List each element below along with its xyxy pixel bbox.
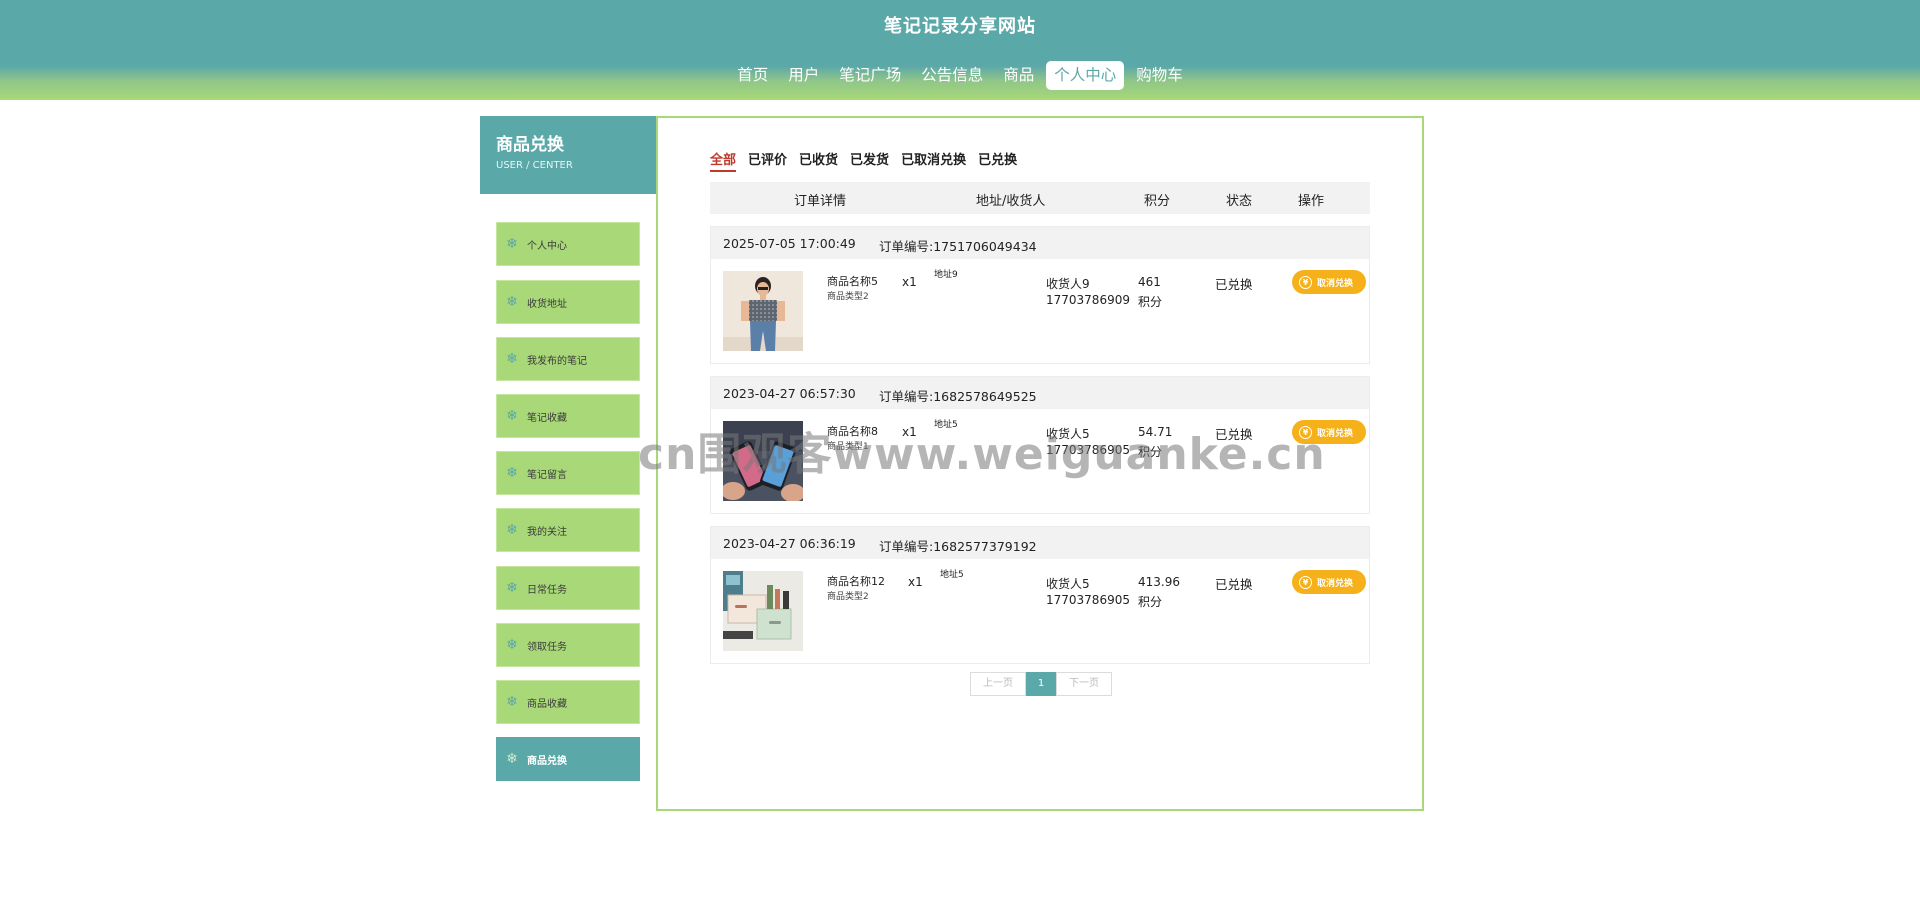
prev-page-button[interactable]: 上一页 <box>970 672 1026 696</box>
sidebar-item-my-follows[interactable]: ❄ 我的关注 <box>496 508 640 552</box>
column-header-points: 积分 <box>1144 194 1171 209</box>
order-status-tabs: 全部 已评价 已收货 已发货 已取消兑换 已兑换 <box>710 149 1017 172</box>
order-header: 2025-07-05 17:00:49 订单编号:1751706049434 <box>711 227 1369 259</box>
watermark: cn围观客www.weiguanke.cn <box>638 429 1326 480</box>
snowflake-icon: ❄ <box>506 408 518 424</box>
product-name: 商品名称5 <box>827 275 878 288</box>
product-type: 商品类型2 <box>827 292 869 302</box>
table-header: 订单详情 地址/收货人 积分 状态 操作 <box>710 182 1370 214</box>
order-status: 已兑换 <box>1215 577 1253 592</box>
sidebar-subtitle: USER / CENTER <box>496 160 573 171</box>
column-header-actions: 操作 <box>1298 194 1325 209</box>
sidebar-item-label: 商品收藏 <box>527 698 567 710</box>
snowflake-icon: ❄ <box>506 522 518 538</box>
product-thumbnail[interactable] <box>723 571 803 651</box>
points-unit: 积分 <box>1138 595 1163 609</box>
sidebar-item-product-favorites[interactable]: ❄ 商品收藏 <box>496 680 640 724</box>
order-card: 2025-07-05 17:00:49 订单编号:1751706049434 商… <box>710 226 1370 364</box>
sidebar-item-note-favorites[interactable]: ❄ 笔记收藏 <box>496 394 640 438</box>
sidebar-item-personal-center[interactable]: ❄ 个人中心 <box>496 222 640 266</box>
tab-cancelled[interactable]: 已取消兑换 <box>901 149 966 172</box>
sidebar-item-label: 日常任务 <box>527 584 567 596</box>
nav-item-announcements[interactable]: 公告信息 <box>913 61 991 90</box>
order-number: 订单编号:1751706049434 <box>879 239 1037 254</box>
product-thumbnail[interactable] <box>723 271 803 351</box>
order-status: 已兑换 <box>1215 277 1253 292</box>
nav-item-users[interactable]: 用户 <box>780 61 827 90</box>
sidebar-item-label: 我的关注 <box>527 526 567 538</box>
nav-item-products[interactable]: 商品 <box>995 61 1042 90</box>
nav-item-cart[interactable]: 购物车 <box>1128 61 1191 90</box>
sidebar-item-label: 领取任务 <box>527 641 567 653</box>
column-header-order-details: 订单详情 <box>794 194 847 209</box>
snowflake-icon: ❄ <box>506 465 518 481</box>
next-page-button[interactable]: 下一页 <box>1056 672 1112 696</box>
snowflake-icon: ❄ <box>506 236 518 252</box>
cancel-exchange-label: 取消兑换 <box>1317 578 1354 589</box>
sidebar-header: 商品兑换 USER / CENTER <box>480 116 656 194</box>
yen-icon: ¥ <box>1299 575 1312 589</box>
shipping-address: 地址5 <box>940 570 964 580</box>
tab-exchanged[interactable]: 已兑换 <box>978 149 1017 172</box>
order-number: 订单编号:1682578649525 <box>879 389 1037 404</box>
cancel-exchange-button[interactable]: ¥ 取消兑换 <box>1292 570 1366 594</box>
receiver-phone: 17703786905 <box>1046 593 1130 607</box>
tab-reviewed[interactable]: 已评价 <box>748 149 787 172</box>
product-name: 商品名称12 <box>827 575 885 588</box>
receiver-phone: 17703786909 <box>1046 293 1130 307</box>
sidebar-item-my-notes[interactable]: ❄ 我发布的笔记 <box>496 337 640 381</box>
nav-item-note-square[interactable]: 笔记广场 <box>831 61 909 90</box>
tab-received[interactable]: 已收货 <box>799 149 838 172</box>
snowflake-icon: ❄ <box>506 580 518 596</box>
sidebar-item-daily-tasks[interactable]: ❄ 日常任务 <box>496 566 640 610</box>
shipping-address: 地址9 <box>934 270 958 280</box>
order-card: 2023-04-27 06:36:19 订单编号:1682577379192 商… <box>710 526 1370 664</box>
sidebar-item-product-exchange[interactable]: ❄ 商品兑换 <box>496 737 640 781</box>
cancel-exchange-label: 取消兑换 <box>1317 278 1354 289</box>
points-unit: 积分 <box>1138 295 1163 309</box>
yen-icon: ¥ <box>1299 275 1312 289</box>
order-datetime: 2023-04-27 06:36:19 <box>723 536 856 551</box>
order-header: 2023-04-27 06:57:30 订单编号:1682578649525 <box>711 377 1369 409</box>
site-header: 笔记记录分享网站 首页 用户 笔记广场 公告信息 商品 个人中心 购物车 <box>0 0 1920 100</box>
product-quantity: x1 <box>902 275 917 289</box>
sidebar-item-label: 笔记收藏 <box>527 412 567 424</box>
main-nav: 首页 用户 笔记广场 公告信息 商品 个人中心 购物车 <box>0 61 1920 90</box>
product-quantity: x1 <box>908 575 923 589</box>
sidebar-item-label: 商品兑换 <box>527 755 567 767</box>
snowflake-icon: ❄ <box>506 751 518 767</box>
receiver-name: 收货人9 <box>1046 277 1090 291</box>
order-header: 2023-04-27 06:36:19 订单编号:1682577379192 <box>711 527 1369 559</box>
order-points: 413.96 <box>1138 575 1180 589</box>
order-number: 订单编号:1682577379192 <box>879 539 1037 554</box>
order-points: 461 <box>1138 275 1161 289</box>
sidebar-item-label: 我发布的笔记 <box>527 355 587 367</box>
page-number-current[interactable]: 1 <box>1026 672 1056 696</box>
site-title: 笔记记录分享网站 <box>884 16 1036 37</box>
column-header-address: 地址/收货人 <box>976 194 1046 209</box>
sidebar-item-label: 收货地址 <box>527 298 567 310</box>
snowflake-icon: ❄ <box>506 637 518 653</box>
snowflake-icon: ❄ <box>506 694 518 710</box>
column-header-status: 状态 <box>1226 194 1253 209</box>
receiver-name: 收货人5 <box>1046 577 1090 591</box>
sidebar-item-note-comments[interactable]: ❄ 笔记留言 <box>496 451 640 495</box>
pagination: 上一页 1 下一页 <box>970 672 1112 696</box>
sidebar-item-label: 个人中心 <box>527 240 567 252</box>
snowflake-icon: ❄ <box>506 351 518 367</box>
sidebar-title: 商品兑换 <box>496 135 564 155</box>
order-datetime: 2023-04-27 06:57:30 <box>723 386 856 401</box>
sidebar-item-label: 笔记留言 <box>527 469 567 481</box>
cancel-exchange-button[interactable]: ¥ 取消兑换 <box>1292 270 1366 294</box>
sidebar-item-claim-tasks[interactable]: ❄ 领取任务 <box>496 623 640 667</box>
product-type: 商品类型2 <box>827 592 869 602</box>
sidebar-item-shipping-address[interactable]: ❄ 收货地址 <box>496 280 640 324</box>
nav-item-home[interactable]: 首页 <box>729 61 776 90</box>
nav-item-personal-center[interactable]: 个人中心 <box>1046 61 1125 90</box>
tab-all[interactable]: 全部 <box>710 149 737 172</box>
snowflake-icon: ❄ <box>506 294 518 310</box>
tab-shipped[interactable]: 已发货 <box>850 149 889 172</box>
order-datetime: 2025-07-05 17:00:49 <box>723 236 856 251</box>
